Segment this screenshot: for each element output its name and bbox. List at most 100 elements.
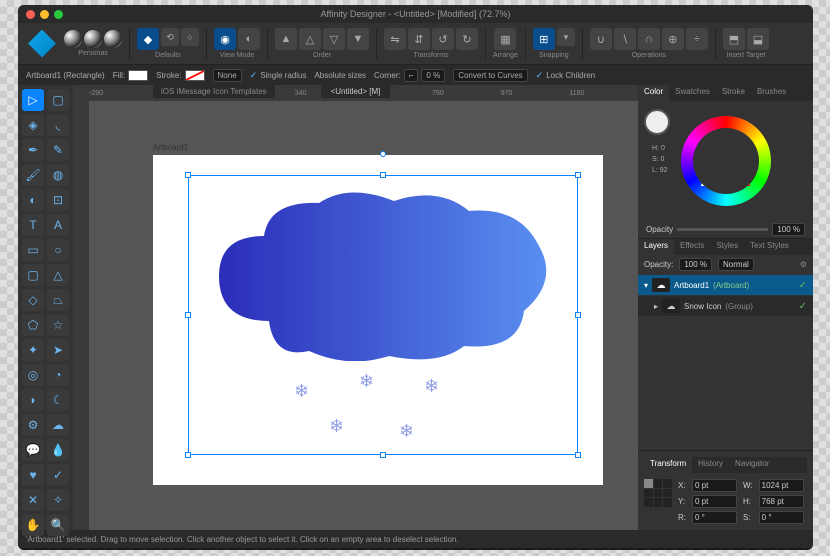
cloud-tool[interactable]: ☁: [47, 414, 69, 436]
tab-layers[interactable]: Layers: [638, 239, 674, 255]
defaults-button[interactable]: ◆: [137, 28, 159, 50]
x-input[interactable]: [692, 479, 737, 492]
canvas-area[interactable]: -290-801303405507609701180 <Untitled> [M…: [73, 85, 638, 530]
lock-children-checkbox[interactable]: Lock Children: [546, 71, 595, 80]
disclosure-icon[interactable]: ▸: [654, 302, 658, 311]
flip-h-button[interactable]: ⇋: [384, 28, 406, 50]
segment-tool[interactable]: ◗: [22, 389, 44, 411]
layer-name[interactable]: Artboard1: [674, 281, 709, 290]
document-tab-2[interactable]: iOS iMessage Icon Templates: [153, 85, 275, 98]
fill-swatch[interactable]: [128, 70, 148, 81]
cloud-shape[interactable]: [209, 191, 559, 361]
rectangle-tool[interactable]: ▭: [22, 239, 44, 261]
tab-styles[interactable]: Styles: [710, 239, 744, 255]
rotate-ccw-button[interactable]: ↺: [432, 28, 454, 50]
handle-rotate[interactable]: [380, 151, 386, 157]
pen-tool[interactable]: ✒: [22, 139, 44, 161]
tab-text-styles[interactable]: Text Styles: [744, 239, 795, 255]
flip-v-button[interactable]: ⇵: [408, 28, 430, 50]
persona-designer-button[interactable]: [64, 30, 82, 48]
insert-behind-button[interactable]: ⬓: [747, 28, 769, 50]
tear-tool[interactable]: 💧: [47, 439, 69, 461]
corner-tool[interactable]: ◟: [47, 114, 69, 136]
callout-tool[interactable]: 💬: [22, 439, 44, 461]
corner-value-input[interactable]: 0 %: [421, 69, 445, 82]
defaults-reset-button[interactable]: ○: [181, 28, 199, 46]
tick-tool[interactable]: ✓: [47, 464, 69, 486]
tab-transform[interactable]: Transform: [644, 457, 692, 473]
color-well[interactable]: [644, 109, 670, 135]
star-tool[interactable]: ☆: [47, 314, 69, 336]
donut-tool[interactable]: ◎: [22, 364, 44, 386]
absolute-sizes-checkbox[interactable]: Absolute sizes: [314, 71, 366, 80]
corner-type-dropdown[interactable]: ⌐: [404, 69, 419, 82]
tab-history[interactable]: History: [692, 457, 729, 473]
square-star-tool[interactable]: ✧: [47, 489, 69, 511]
r-input[interactable]: [692, 511, 737, 524]
snapping-options-button[interactable]: ▾: [557, 28, 575, 46]
handle-mr[interactable]: [575, 312, 581, 318]
tab-brushes[interactable]: Brushes: [751, 85, 792, 101]
visibility-toggle[interactable]: ✓: [799, 280, 807, 291]
tab-effects[interactable]: Effects: [674, 239, 710, 255]
opacity-value[interactable]: 100 %: [772, 223, 805, 236]
trapezoid-tool[interactable]: ⏢: [47, 289, 69, 311]
tab-swatches[interactable]: Swatches: [669, 85, 716, 101]
ellipse-tool[interactable]: ○: [47, 239, 69, 261]
fill-tool[interactable]: ◍: [47, 164, 69, 186]
s-input[interactable]: [759, 511, 804, 524]
visibility-toggle[interactable]: ✓: [799, 301, 807, 312]
document-tab[interactable]: <Untitled> [M]: [321, 85, 391, 98]
move-tool[interactable]: ▷: [22, 89, 44, 111]
heart-tool[interactable]: ♥: [22, 464, 44, 486]
cross-tool[interactable]: ✕: [22, 489, 44, 511]
single-radius-checkbox[interactable]: Single radius: [260, 71, 306, 80]
view-mode-button[interactable]: ◉: [214, 28, 236, 50]
w-input[interactable]: [759, 479, 804, 492]
view-split-button[interactable]: ◐: [238, 28, 260, 50]
order-backward-button[interactable]: ▽: [323, 28, 345, 50]
layer-name[interactable]: Snow Icon: [684, 302, 721, 311]
anchor-widget[interactable]: [644, 479, 672, 507]
rounded-rect-tool[interactable]: ▢: [22, 264, 44, 286]
defaults-sync-button[interactable]: ⟲: [161, 28, 179, 46]
order-front-button[interactable]: ▲: [275, 28, 297, 50]
handle-tl[interactable]: [185, 172, 191, 178]
artboard-label[interactable]: Artboard1: [153, 143, 188, 152]
op-intersect-button[interactable]: ∩: [638, 28, 660, 50]
tab-stroke[interactable]: Stroke: [716, 85, 751, 101]
op-subtract-button[interactable]: ∖: [614, 28, 636, 50]
color-triangle[interactable]: [701, 136, 751, 186]
triangle-tool[interactable]: △: [47, 264, 69, 286]
opacity-slider[interactable]: [677, 228, 768, 231]
convert-to-curves-button[interactable]: Convert to Curves: [453, 69, 527, 82]
rotate-cw-button[interactable]: ↻: [456, 28, 478, 50]
handle-br[interactable]: [575, 452, 581, 458]
persona-pixel-button[interactable]: [84, 30, 102, 48]
order-forward-button[interactable]: △: [299, 28, 321, 50]
stroke-style-dropdown[interactable]: None: [213, 69, 242, 82]
snapping-button[interactable]: ⊞: [533, 28, 555, 50]
handle-bm[interactable]: [380, 452, 386, 458]
double-star-tool[interactable]: ✦: [22, 339, 44, 361]
crop-tool[interactable]: ⊡: [47, 189, 69, 211]
diamond-tool[interactable]: ◇: [22, 289, 44, 311]
handle-bl[interactable]: [185, 452, 191, 458]
view-tool[interactable]: ✋: [22, 514, 44, 536]
stroke-swatch[interactable]: [185, 70, 205, 81]
layer-row[interactable]: ▾ ☁ Artboard1 (Artboard) ✓: [638, 275, 813, 295]
layer-opacity-input[interactable]: 100 %: [679, 258, 712, 271]
pencil-tool[interactable]: ✎: [47, 139, 69, 161]
op-divide-button[interactable]: ÷: [686, 28, 708, 50]
node-tool[interactable]: ◈: [22, 114, 44, 136]
transparency-tool[interactable]: ◐: [22, 189, 44, 211]
gear-icon[interactable]: ⚙: [800, 260, 807, 269]
tab-color[interactable]: Color: [638, 85, 669, 101]
polygon-tool[interactable]: ⬠: [22, 314, 44, 336]
text-art-tool[interactable]: A: [47, 214, 69, 236]
color-wheel[interactable]: [681, 116, 771, 206]
pie-tool[interactable]: ◔: [47, 364, 69, 386]
text-frame-tool[interactable]: T: [22, 214, 44, 236]
brush-tool[interactable]: 🖌: [22, 164, 44, 186]
arrow-tool[interactable]: ➤: [47, 339, 69, 361]
